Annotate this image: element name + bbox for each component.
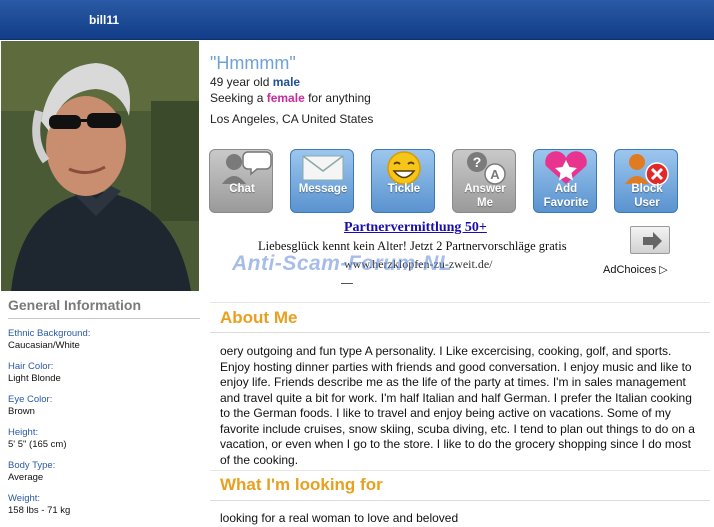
general-information: General Information Ethnic Background: C… [0,297,200,517]
svg-text:A: A [490,167,500,182]
attribute-label: Body Type: [8,460,56,471]
arrow-right-icon [643,232,662,250]
top-header-bar: bill11 [0,0,714,40]
section-divider [210,302,710,303]
profile-summary: "Hmmmm" 49 year old male Seeking a femal… [210,53,373,127]
profile-photo[interactable] [1,41,199,291]
attribute-body-type: Body Type: Average [8,460,200,484]
profile-username: bill11 [89,13,120,27]
general-information-title: General Information [8,297,200,319]
adchoices-play-icon: ▷ [659,264,668,276]
gender-text: male [272,75,301,89]
looking-for-text: looking for a real woman to love and bel… [220,511,459,525]
attribute-label: Ethnic Background: [8,328,91,339]
section-divider [210,500,710,501]
looking-for-heading: What I'm looking for [220,475,383,494]
attribute-weight: Weight: 158 lbs - 71 kg [8,493,200,517]
location-text: Los Angeles, CA United States [210,112,374,126]
block-user-button-label: Block User [631,183,663,209]
attribute-value: Brown [8,406,35,417]
add-favorite-button-label: Add Favorite [543,183,589,209]
about-me-text: oery outgoing and fun type A personality… [220,344,695,467]
attribute-label: Height: [8,427,39,438]
tickle-button-label: Tickle [387,183,421,195]
tickle-button[interactable]: Tickle [371,149,435,213]
seeking-gender: female [266,91,305,105]
adchoices-text: AdChoices [603,264,657,276]
attribute-value: Caucasian/White [8,340,80,351]
divider [341,283,353,284]
adchoices-label[interactable]: AdChoices ▷ [603,263,668,276]
watermark-text: Anti-Scam-Forum-NL [232,252,453,275]
attribute-label: Hair Color: [8,361,54,372]
ad-next-button[interactable] [630,226,670,254]
attribute-height: Height: 5' 5" (165 cm) [8,427,200,451]
seeking-suffix: for anything [308,91,371,105]
attribute-ethnic: Ethnic Background: Caucasian/White [8,328,200,352]
answer-me-button-label: Answer Me [464,183,506,209]
attribute-label: Eye Color: [8,394,53,405]
attribute-hair: Hair Color: Light Blonde [8,361,200,385]
message-button[interactable]: Message [290,149,354,213]
age-text: 49 year old [210,75,270,89]
about-me-heading: About Me [220,308,298,327]
answer-me-button[interactable]: ? A Answer Me [452,149,516,213]
attribute-value: Average [8,472,44,483]
age-gender-line: 49 year old male [210,74,373,90]
seeking-line: Seeking a female for anything [210,90,373,106]
section-divider [210,470,710,471]
chat-button[interactable]: Chat [209,149,273,213]
attribute-value: Light Blonde [8,373,61,384]
profile-photo-image [1,41,199,291]
attribute-value: 158 lbs - 71 kg [8,505,71,516]
section-divider [210,332,710,333]
block-user-button[interactable]: Block User [614,149,678,213]
attribute-eye: Eye Color: Brown [8,394,200,418]
chat-button-label: Chat [229,183,255,195]
attribute-label: Weight: [8,493,41,504]
ad-title-link[interactable]: Partnervermittlung 50+ [344,220,487,236]
add-favorite-button[interactable]: Add Favorite [533,149,597,213]
svg-text:?: ? [473,154,482,170]
seeking-prefix: Seeking a [210,91,264,105]
message-button-label: Message [298,183,348,195]
attribute-value: 5' 5" (165 cm) [8,439,67,450]
profile-headline: "Hmmmm" [210,53,296,73]
